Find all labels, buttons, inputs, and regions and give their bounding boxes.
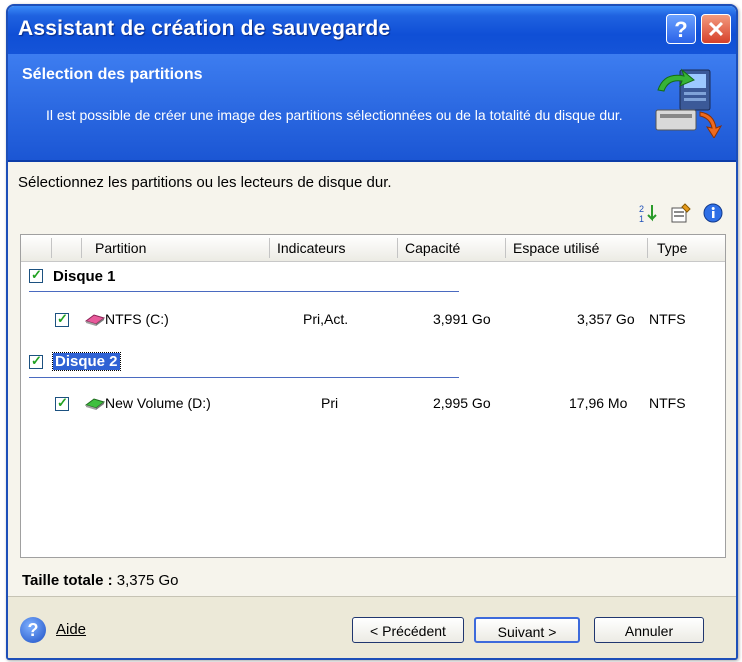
title-bar[interactable]: Assistant de création de sauvegarde ? ✕	[8, 6, 736, 54]
disk-2-checkbox[interactable]	[29, 353, 43, 369]
backup-wizard-icon	[655, 68, 723, 138]
partition-used: 17,96 Mo	[569, 395, 628, 411]
properties-icon[interactable]	[670, 202, 692, 224]
column-capacite[interactable]: Capacité	[405, 240, 460, 256]
disk-1-checkbox[interactable]	[29, 267, 43, 283]
svg-text:2: 2	[639, 204, 644, 214]
partition-used: 3,357 Go	[577, 311, 635, 327]
partition-name: NTFS (C:)	[105, 311, 169, 327]
column-type[interactable]: Type	[657, 240, 687, 256]
disk-1-label[interactable]: Disque 1	[53, 268, 116, 285]
table-header: Partition Indicateurs Capacité Espace ut…	[21, 235, 725, 262]
column-indicateurs[interactable]: Indicateurs	[277, 240, 345, 256]
step-title: Sélection des partitions	[22, 66, 203, 83]
table-toolbar: 21	[638, 202, 724, 224]
partition-c-checkbox[interactable]	[55, 311, 69, 327]
disk-2-label[interactable]: Disque 2	[52, 352, 121, 371]
svg-text:1: 1	[639, 214, 644, 224]
partition-d-checkbox[interactable]	[55, 395, 69, 411]
wizard-body: Sélectionnez les partitions ou les lecte…	[8, 162, 736, 596]
window-title: Assistant de création de sauvegarde	[18, 17, 391, 40]
column-espace-utilise[interactable]: Espace utilisé	[513, 240, 599, 256]
next-button[interactable]: Suivant >	[474, 617, 580, 643]
partition-drive-icon	[85, 314, 105, 326]
wizard-footer: ? Aide < Précédent Suivant > Annuler	[8, 596, 736, 658]
help-link[interactable]: Aide	[56, 621, 86, 638]
wizard-window: Assistant de création de sauvegarde ? ✕ …	[6, 4, 738, 660]
back-button[interactable]: < Précédent	[352, 617, 464, 643]
total-size: Taille totale : 3,375 Go	[22, 572, 178, 589]
partition-capacity: 3,991 Go	[433, 311, 491, 327]
partition-type: NTFS	[649, 395, 686, 411]
info-icon[interactable]	[702, 202, 724, 224]
close-button[interactable]: ✕	[701, 14, 731, 44]
help-title-button[interactable]: ?	[666, 14, 696, 44]
partition-name: New Volume (D:)	[105, 395, 211, 411]
partition-drive-icon	[85, 398, 105, 410]
cancel-button[interactable]: Annuler	[594, 617, 704, 643]
sort-icon[interactable]: 21	[638, 202, 660, 224]
help-icon[interactable]: ?	[20, 617, 46, 643]
partition-flags: Pri,Act.	[303, 311, 349, 327]
partition-capacity: 2,995 Go	[433, 395, 491, 411]
total-size-value: 3,375 Go	[116, 572, 179, 589]
partition-type: NTFS	[649, 311, 686, 327]
total-size-label: Taille totale :	[22, 572, 113, 589]
partitions-table: Partition Indicateurs Capacité Espace ut…	[20, 234, 726, 558]
partition-flags: Pri	[321, 395, 339, 411]
wizard-header: Sélection des partitions Il est possible…	[8, 54, 736, 162]
instruction-text: Sélectionnez les partitions ou les lecte…	[18, 174, 392, 191]
column-partition[interactable]: Partition	[95, 240, 146, 256]
step-description: Il est possible de créer une image des p…	[46, 107, 623, 123]
